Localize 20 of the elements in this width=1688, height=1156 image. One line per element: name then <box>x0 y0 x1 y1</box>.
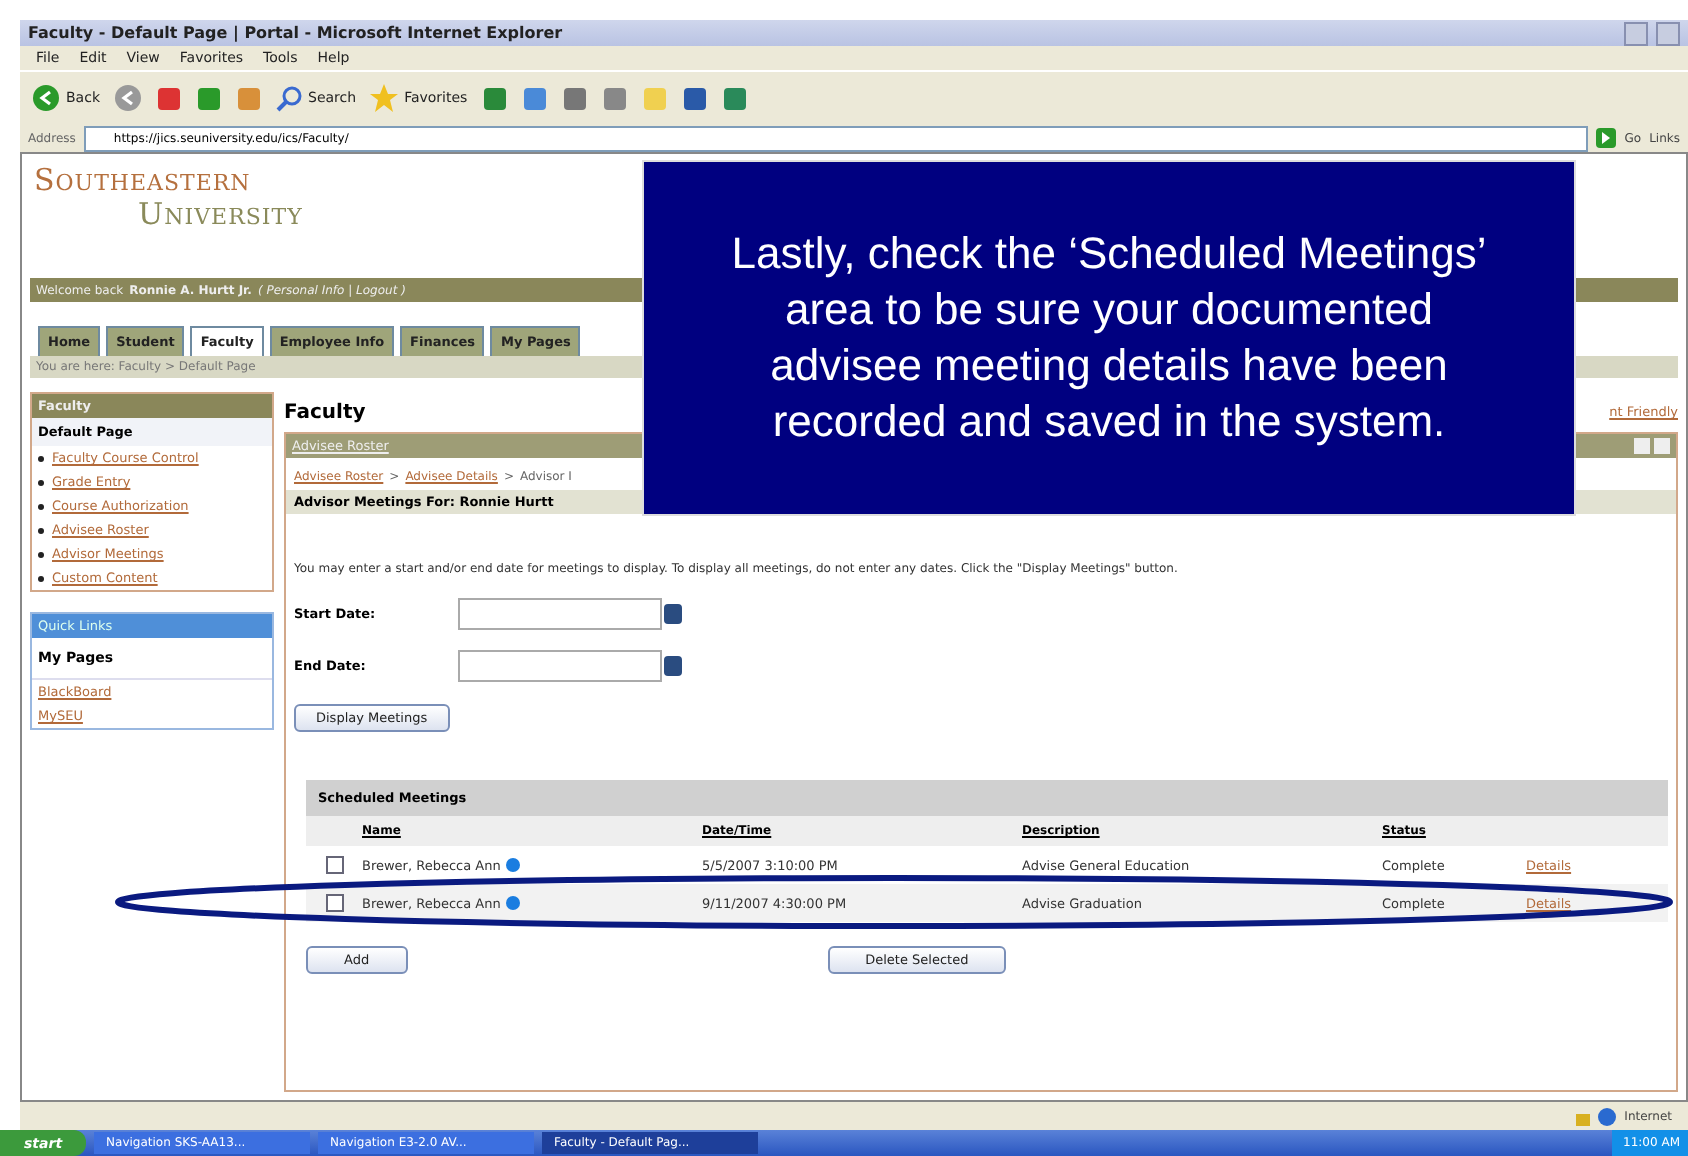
go-icon[interactable] <box>1596 128 1617 148</box>
search-icon <box>276 85 302 111</box>
page-title: Faculty <box>284 401 366 423</box>
minimize-button[interactable] <box>1624 21 1648 45</box>
logo-text: Southeastern <box>34 164 251 198</box>
globe-icon <box>1598 1107 1617 1125</box>
toolbar-button[interactable] <box>114 84 142 112</box>
logo-text: University <box>136 198 303 232</box>
info-icon[interactable] <box>506 896 521 910</box>
calendar-icon[interactable] <box>664 656 682 676</box>
calendar-icon[interactable] <box>664 604 682 624</box>
window-title: Faculty - Default Page | Portal - Microsoft Internet Explorer <box>28 24 565 42</box>
date-field[interactable] <box>458 650 662 682</box>
window-controls-icon[interactable] <box>1634 438 1670 454</box>
row-checkbox[interactable] <box>326 856 344 874</box>
info-icon[interactable] <box>506 858 521 872</box>
date-field[interactable] <box>458 598 662 630</box>
maximize-button[interactable] <box>1656 21 1680 45</box>
star-icon <box>370 84 399 112</box>
row-checkbox[interactable] <box>326 894 344 912</box>
